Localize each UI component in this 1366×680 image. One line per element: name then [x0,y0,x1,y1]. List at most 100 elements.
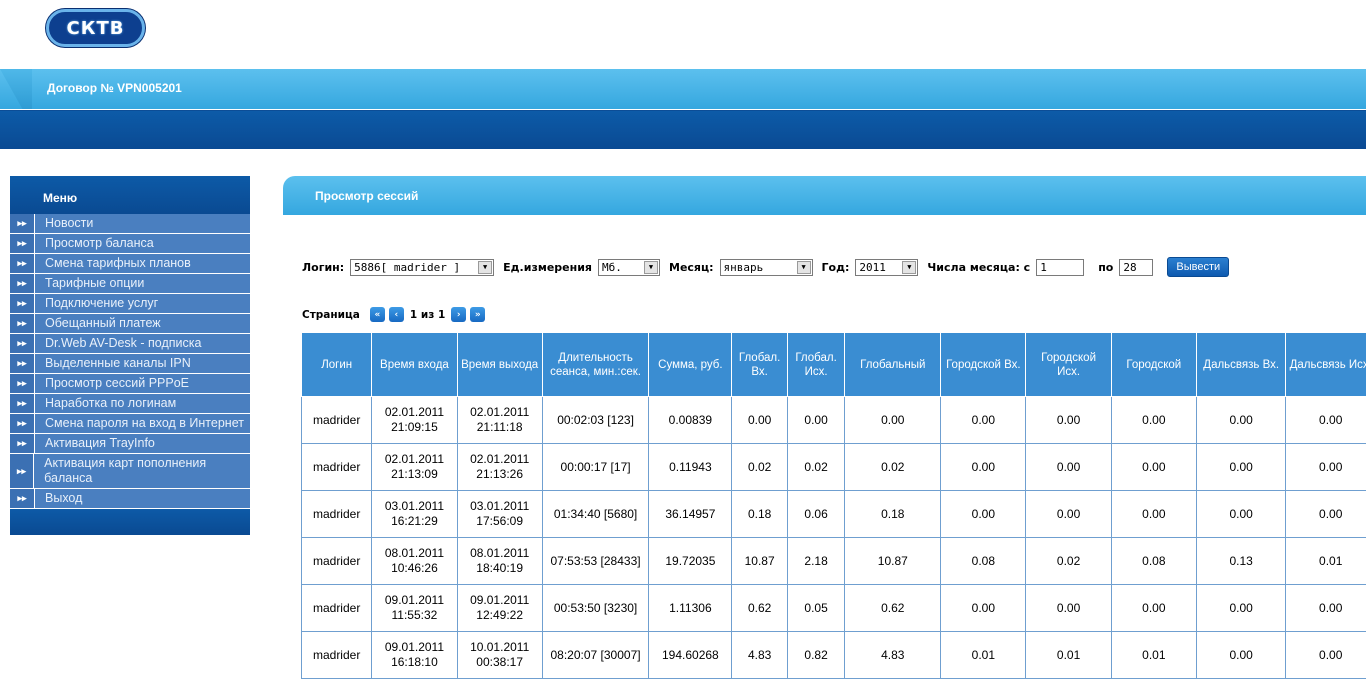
table-cell: 0.08 [1110,537,1197,585]
chevron-down-icon[interactable]: ▼ [478,260,493,274]
month-select-value: январь [723,260,764,274]
next-page-icon[interactable]: › [451,307,467,322]
double-arrow-icon: ▸▸ [10,254,35,273]
last-page-icon[interactable]: » [470,307,486,322]
prev-page-icon[interactable]: ‹ [388,307,404,322]
table-cell: 0.00 [1110,490,1197,538]
table-row: madrider 02.01.2011 21:13:09 02.01.2011 21… [301,443,1366,491]
table-row: madrider 02.01.2011 21:09:15 02.01.2011 21… [301,396,1366,444]
content-header: Просмотр сессий [283,176,1366,215]
sidebar-item[interactable]: ▸▸ Смена пароля на вход в Интернет [10,414,250,434]
table-cell: 08.01.2011 18:40:19 [456,537,543,585]
first-page-icon[interactable]: « [369,307,385,322]
table-cell: 00:53:50 [3230] [541,584,650,632]
table-cell: 10.01.2011 00:38:17 [456,631,543,679]
double-arrow-icon: ▸▸ [10,394,35,413]
year-select[interactable]: 2011 ▼ [855,258,919,276]
chevron-down-icon[interactable]: ▼ [796,260,811,274]
table-cell: 0.00 [1110,584,1197,632]
contract-number: Договор № VPN005201 [47,81,182,95]
month-select[interactable]: январь ▼ [719,258,813,276]
sidebar-item[interactable]: ▸▸ Новости [10,214,250,234]
unit-select-value: Мб. [602,260,622,274]
column-header: Сумма, руб. [648,332,733,397]
table-cell: 0.06 [786,490,846,538]
column-header: Городской [1110,332,1197,397]
sessions-table-wrap: Логин Время входа Время выхода Длительность… [301,332,1366,680]
sessions-table: Логин Время входа Время выхода Длительность… [301,332,1366,679]
sidebar-item-label: Наработка по логинам [45,396,177,410]
table-cell: 00:02:03 [123] [541,396,650,444]
sidebar-item-label: Выход [45,491,83,505]
menu-title: Меню [10,176,250,214]
column-header: Глобал. Исх. [786,332,846,397]
table-cell: 0.01 [1285,537,1366,585]
sidebar-item-label: Обещанный платеж [45,316,161,330]
submit-button[interactable]: Вывести [1167,257,1230,277]
sidebar-item[interactable]: ▸▸ Просмотр сессий PPPoE [10,374,250,394]
table-row: madrider 09.01.2011 11:55:32 09.01.2011 12… [301,584,1366,632]
chevron-down-icon[interactable]: ▼ [902,260,917,274]
sidebar-item[interactable]: ▸▸ Просмотр баланса [10,234,250,254]
menu-items: ▸▸ Новости ▸▸ Просмотр баланса ▸▸ Смена тариф… [10,214,250,509]
table-cell: 0.00 [1285,584,1366,632]
table-cell: 36.14957 [648,490,733,538]
sidebar-item-label: Просмотр баланса [45,236,154,250]
sidebar-item[interactable]: ▸▸ Активация карт пополнения баланса [10,454,250,489]
sidebar-item[interactable]: ▸▸ Наработка по логинам [10,394,250,414]
sidebar-item[interactable]: ▸▸ Выход [10,489,250,509]
double-arrow-icon: ▸▸ [10,434,35,453]
year-select-value: 2011 [859,260,886,274]
table-cell: 0.00 [940,490,1027,538]
sidebar-item[interactable]: ▸▸ Подключение услуг [10,294,250,314]
table-cell: 0.00 [786,396,846,444]
sidebar-item[interactable]: ▸▸ Активация TrayInfo [10,434,250,454]
table-row: madrider 09.01.2011 16:18:10 10.01.2011 00… [301,631,1366,679]
sidebar-item[interactable]: ▸▸ Обещанный платеж [10,314,250,334]
sidebar-item[interactable]: ▸▸ Dr.Web AV-Desk - подписка [10,334,250,354]
login-select-value: 5886[ madrider ] [354,260,461,274]
column-header: Длительность сеанса, мин.:сек. [541,332,650,397]
login-select[interactable]: 5886[ madrider ] ▼ [350,258,495,276]
double-arrow-icon: ▸▸ [10,354,35,373]
table-cell: 0.02 [1025,537,1112,585]
sidebar-item-label: Смена пароля на вход в Интернет [45,416,244,430]
sidebar-item[interactable]: ▸▸ Выделенные каналы IPN [10,354,250,374]
table-cell: 0.00 [1025,443,1112,491]
table-cell: 0.00 [1195,396,1287,444]
table-cell: 0.02 [731,443,788,491]
table-cell: 4.83 [731,631,788,679]
sidebar-item-label: Тарифные опции [45,276,145,290]
table-cell: 0.02 [844,443,942,491]
table-cell: 0.00 [1195,443,1287,491]
unit-select[interactable]: Мб. ▼ [598,258,660,276]
table-cell: 0.00 [1285,490,1366,538]
column-header: Время входа [371,332,458,397]
to-label: по [1098,260,1114,274]
column-header: Городской Вх. [940,332,1027,397]
double-arrow-icon: ▸▸ [10,489,35,508]
pager-info: 1 из 1 [409,308,446,321]
table-cell: 0.00 [1025,490,1112,538]
table-cell: 0.00 [1025,584,1112,632]
table-cell: 10.87 [731,537,788,585]
year-label: Год: [821,260,850,274]
table-cell: 08.01.2011 10:46:26 [371,537,458,585]
day-from-input[interactable]: 1 [1036,258,1085,276]
table-cell: 0.00 [1285,443,1366,491]
sidebar-item[interactable]: ▸▸ Тарифные опции [10,274,250,294]
logo[interactable]: СКТВ [46,9,145,47]
table-cell: 0.05 [786,584,846,632]
day-to-input[interactable]: 28 [1119,258,1154,276]
sidebar-item-label: Dr.Web AV-Desk - подписка [45,336,202,350]
double-arrow-icon: ▸▸ [10,274,35,293]
sidebar-item[interactable]: ▸▸ Смена тарифных планов [10,254,250,274]
chevron-down-icon[interactable]: ▼ [644,260,658,274]
column-header: Глобал. Вх. [731,332,788,397]
table-cell: 09.01.2011 12:49:22 [456,584,543,632]
double-arrow-icon: ▸▸ [10,334,35,353]
double-arrow-icon: ▸▸ [10,454,35,488]
table-cell: madrider [301,584,373,632]
table-cell: 0.00 [940,443,1027,491]
table-cell: 4.83 [844,631,942,679]
